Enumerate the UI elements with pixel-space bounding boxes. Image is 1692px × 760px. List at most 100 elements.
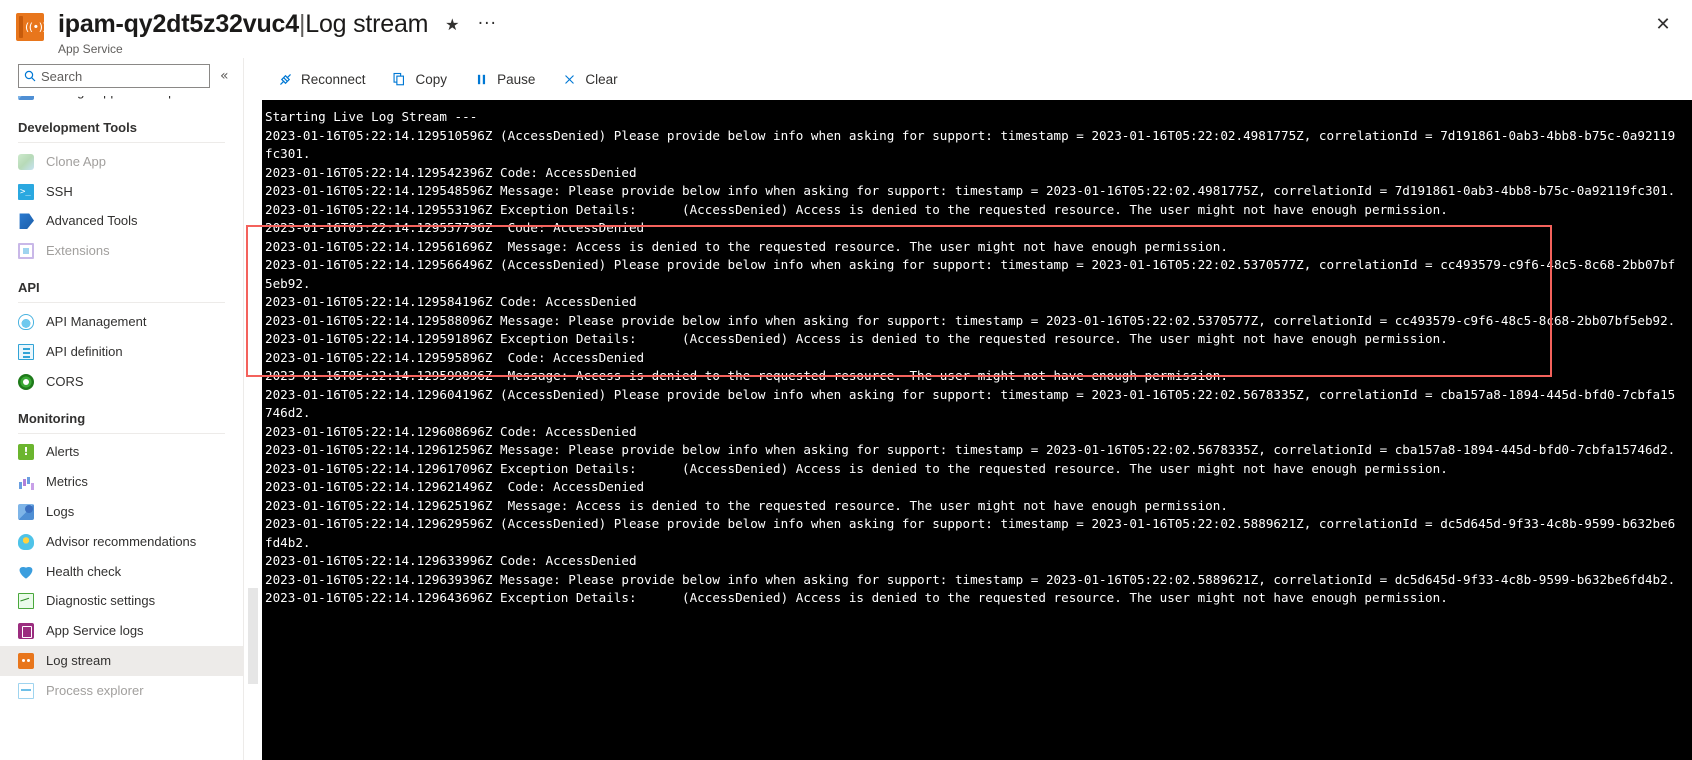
process-explorer-icon — [18, 682, 34, 699]
sidebar-item-label: Log stream — [46, 653, 112, 669]
sidebar-group-api: API — [18, 280, 40, 296]
copy-button[interactable]: Copy — [379, 64, 461, 94]
health-check-icon — [18, 564, 34, 580]
log-line: 2023-01-16T05:22:14.129584196Z Code: Acc… — [265, 294, 637, 309]
sidebar-item-change-app-service-plan[interactable]: Change App Service plan — [0, 96, 243, 106]
sidebar-item-label: Logs — [46, 504, 75, 520]
reconnect-plug-icon — [277, 71, 293, 87]
sidebar-item-label: Advanced Tools — [46, 213, 138, 229]
cors-icon — [18, 373, 34, 390]
copy-label: Copy — [415, 71, 448, 87]
log-stream-console[interactable]: Starting Live Log Stream --- 2023-01-16T0… — [262, 100, 1692, 760]
metrics-icon — [18, 474, 34, 491]
diagnostic-settings-icon — [18, 593, 34, 610]
sidebar-item-app-service-logs[interactable]: App Service logs — [0, 616, 243, 646]
log-line: 2023-01-16T05:22:14.129510596Z (AccessDe… — [265, 127, 1676, 162]
title-block: ipam-qy2dt5z32vuc4|Log stream ★ ··· App … — [58, 9, 498, 57]
log-line: 2023-01-16T05:22:14.129643696Z Exception… — [265, 590, 1448, 605]
copy-icon — [392, 71, 408, 87]
sidebar-item-api-management[interactable]: API Management — [0, 307, 243, 337]
sidebar-item-health-check[interactable]: Health check — [0, 557, 243, 587]
sidebar-group-divider — [18, 302, 225, 304]
sidebar-item-cors[interactable]: CORS — [0, 367, 243, 397]
clone-app-icon — [18, 153, 34, 170]
clear-button[interactable]: Clear — [548, 64, 630, 94]
sidebar-item-label: API Management — [46, 314, 147, 330]
sidebar-item-metrics[interactable]: Metrics — [0, 467, 243, 497]
sidebar-item-label: Advisor recommendations — [46, 533, 197, 549]
sidebar-item-log-stream[interactable]: Log stream — [0, 646, 243, 676]
sidebar-item-label: API definition — [46, 343, 123, 359]
search-box[interactable] — [18, 64, 210, 88]
close-icon[interactable]: ✕ — [1648, 10, 1678, 40]
api-definition-icon — [18, 343, 34, 360]
sidebar-item-label: App Service logs — [46, 623, 144, 639]
log-line: 2023-01-16T05:22:14.129633996Z Code: Acc… — [265, 553, 637, 568]
sidebar-item-alerts[interactable]: Alerts — [0, 438, 243, 468]
sidebar-item-label: Clone App — [46, 153, 106, 169]
page-header: ((•)) ipam-qy2dt5z32vuc4|Log stream ★ ··… — [0, 0, 1692, 58]
sidebar-item-clone-app[interactable]: Clone App — [0, 147, 243, 177]
sidebar-item-diagnostic-settings[interactable]: Diagnostic settings — [0, 587, 243, 617]
log-line: Starting Live Log Stream --- — [265, 109, 478, 124]
sidebar-item-advanced-tools[interactable]: Advanced Tools — [0, 207, 243, 237]
sidebar-group-divider — [18, 432, 225, 434]
clear-label: Clear — [585, 71, 618, 87]
page-body: « Change App Service plan Development To… — [0, 58, 1692, 760]
sidebar-partial-item-wrap: Change App Service plan — [0, 96, 243, 106]
sidebar-item-label: Alerts — [46, 444, 80, 460]
log-scrollbar-thumb[interactable] — [248, 588, 258, 684]
sidebar-group-monitoring: Monitoring — [18, 410, 86, 426]
ssh-icon — [18, 183, 34, 200]
resource-name: ipam-qy2dt5z32vuc4 — [58, 10, 299, 38]
advisor-recommendations-icon — [18, 533, 34, 550]
collapse-sidebar-icon[interactable]: « — [220, 68, 229, 84]
api-management-icon — [18, 314, 34, 331]
pause-label: Pause — [497, 71, 536, 87]
page-name: Log stream — [305, 10, 429, 38]
log-line: 2023-01-16T05:22:14.129561696Z Message: … — [265, 238, 1228, 254]
logs-icon — [18, 504, 34, 521]
sidebar-item-ssh[interactable]: SSH — [0, 177, 243, 207]
console-left-gutter — [244, 100, 262, 760]
sidebar-nav: Change App Service plan Development Tool… — [0, 96, 243, 760]
log-stream-toolbar: Reconnect Copy Pause Clear — [244, 58, 1692, 100]
page-title: ipam-qy2dt5z32vuc4|Log stream — [58, 9, 429, 39]
sidebar-group-development-tools: Development Tools — [18, 120, 137, 135]
log-stream-glyph: ((•)) — [25, 20, 47, 34]
more-options-icon[interactable]: ··· — [476, 13, 498, 35]
app-service-resource-icon: ((•)) — [16, 13, 47, 41]
resource-type-subtitle: App Service — [58, 42, 123, 56]
pause-button[interactable]: Pause — [460, 64, 548, 94]
sidebar-search-row: « — [0, 58, 243, 96]
search-icon — [19, 70, 41, 82]
sidebar-item-api-definition[interactable]: API definition — [0, 337, 243, 367]
sidebar-item-extensions[interactable]: Extensions — [0, 236, 243, 266]
sidebar-item-advisor-recommendations[interactable]: Advisor recommendations — [0, 527, 243, 557]
reconnect-label: Reconnect — [301, 71, 366, 87]
sidebar-item-logs[interactable]: Logs — [0, 497, 243, 527]
azure-portal-log-stream-page: ((•)) ipam-qy2dt5z32vuc4|Log stream ★ ··… — [0, 0, 1692, 760]
sidebar-item-process-explorer[interactable]: Process explorer — [0, 676, 243, 706]
log-line: 2023-01-16T05:22:14.129617096Z Exception… — [265, 460, 1448, 476]
sidebar-group-divider — [18, 142, 225, 143]
log-line: 2023-01-16T05:22:14.129566496Z (AccessDe… — [265, 257, 1676, 291]
pause-icon — [473, 71, 489, 87]
log-line: 2023-01-16T05:22:14.129542396Z Code: Acc… — [265, 164, 637, 180]
log-line: 2023-01-16T05:22:14.129553196Z Exception… — [265, 201, 1448, 217]
main-content: Reconnect Copy Pause Clear Starting Live… — [244, 58, 1692, 760]
reconnect-button[interactable]: Reconnect — [264, 64, 379, 94]
log-line: 2023-01-16T05:22:14.129608696Z Code: Acc… — [265, 423, 637, 439]
log-line: 2023-01-16T05:22:14.129604196Z (AccessDe… — [265, 386, 1676, 421]
log-console-wrap: Starting Live Log Stream --- 2023-01-16T0… — [244, 100, 1692, 760]
search-input[interactable] — [41, 68, 201, 84]
log-line: 2023-01-16T05:22:14.129599896Z Message: … — [265, 368, 1228, 383]
extensions-icon — [18, 243, 34, 260]
log-line: 2023-01-16T05:22:14.129591896Z Exception… — [265, 331, 1448, 346]
sidebar-item-label: Extensions — [46, 243, 110, 259]
favorite-star-icon[interactable]: ★ — [441, 13, 463, 35]
sidebar-item-label: Metrics — [46, 474, 88, 490]
resource-menu-sidebar: « Change App Service plan Development To… — [0, 58, 244, 760]
log-line: 2023-01-16T05:22:14.129629596Z (AccessDe… — [265, 516, 1676, 550]
clear-x-icon — [561, 71, 577, 87]
